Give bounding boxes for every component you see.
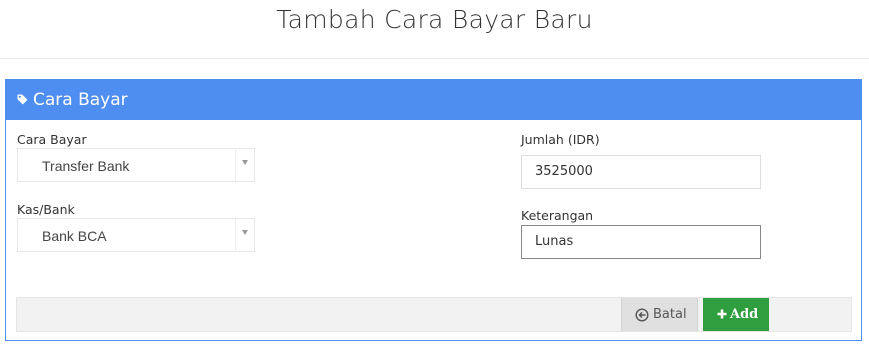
- page-title: Tambah Cara Bayar Baru: [276, 5, 593, 34]
- keterangan-label: Keterangan: [521, 208, 594, 223]
- jumlah-label: Jumlah (IDR): [521, 132, 600, 147]
- kas-bank-label: Kas/Bank: [17, 202, 75, 217]
- cancel-button[interactable]: Batal: [621, 298, 698, 331]
- title-divider: [0, 58, 869, 59]
- circle-arrow-left-icon: [635, 308, 649, 322]
- cancel-button-label: Batal: [653, 307, 687, 322]
- select-divider: [235, 219, 236, 251]
- cara-bayar-label: Cara Bayar: [17, 132, 87, 147]
- cara-bayar-select-value: Transfer Bank: [42, 158, 130, 174]
- select-divider: [235, 149, 236, 181]
- keterangan-input[interactable]: Lunas: [521, 225, 761, 259]
- jumlah-input[interactable]: 3525000: [521, 155, 761, 189]
- cara-bayar-panel: Cara Bayar Cara Bayar Transfer Bank Kas/…: [5, 79, 862, 341]
- panel-heading: Cara Bayar: [6, 80, 861, 120]
- kas-bank-select-value: Bank BCA: [42, 228, 107, 244]
- cara-bayar-select[interactable]: Transfer Bank: [17, 148, 255, 182]
- form-actions-bar: Batal Add: [16, 297, 852, 332]
- panel-heading-title: Cara Bayar: [33, 90, 128, 110]
- add-button-label: Add: [730, 307, 759, 322]
- chevron-down-icon: [242, 160, 248, 165]
- add-button[interactable]: Add: [703, 298, 769, 331]
- tag-icon: [17, 94, 28, 105]
- chevron-down-icon: [242, 230, 248, 235]
- plus-icon: [717, 309, 727, 319]
- kas-bank-select[interactable]: Bank BCA: [17, 218, 255, 252]
